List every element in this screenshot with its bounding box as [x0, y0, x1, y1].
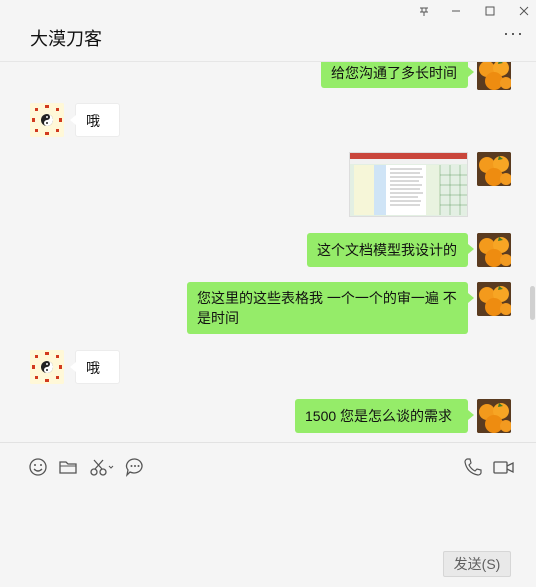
chat-title: 大漠刀客 [30, 29, 102, 49]
contact-message-bubble[interactable]: 哦 [70, 350, 120, 384]
folder-icon[interactable] [58, 457, 78, 477]
chat-header: 大漠刀客 ··· [0, 0, 536, 62]
my-message-bubble[interactable]: 这个文档模型我设计的 [307, 233, 474, 267]
my-avatar[interactable] [477, 62, 511, 90]
my-avatar[interactable] [477, 282, 511, 316]
pin-icon[interactable] [414, 4, 434, 22]
scrollbar-thumb[interactable] [530, 286, 535, 320]
emoji-icon[interactable] [28, 457, 48, 477]
message-text: 这个文档模型我设计的 [317, 242, 457, 258]
contact-avatar[interactable] [30, 350, 64, 384]
my-avatar[interactable] [477, 399, 511, 433]
message-text: 1500 您是怎么谈的需求 [305, 408, 453, 424]
phone-icon[interactable] [463, 457, 483, 477]
message-text: 给您沟通了多长时间 [331, 65, 457, 81]
message-text: 哦 [86, 360, 100, 376]
minimize-icon[interactable] [446, 4, 466, 22]
my-avatar[interactable] [477, 233, 511, 267]
maximize-icon[interactable] [480, 4, 500, 22]
spreadsheet-image-message[interactable] [349, 152, 468, 217]
message-text: 哦 [86, 113, 100, 129]
my-message-bubble[interactable]: 1500 您是怎么谈的需求 [295, 399, 474, 433]
contact-avatar[interactable] [30, 103, 64, 137]
my-message-bubble[interactable]: 您这里的这些表格我 一个一个的审一遍 不是时间 [187, 282, 474, 334]
my-avatar[interactable] [477, 152, 511, 186]
my-message-bubble[interactable]: 给您沟通了多长时间 [321, 62, 474, 88]
contact-message-bubble[interactable]: 哦 [70, 103, 120, 137]
more-options-icon[interactable]: ··· [503, 24, 524, 42]
send-button[interactable]: 发送(S) [443, 551, 511, 577]
close-icon[interactable] [514, 4, 534, 22]
scissors-icon[interactable] [89, 457, 115, 477]
chat-history-icon[interactable] [125, 457, 145, 477]
compose-input[interactable] [20, 480, 516, 542]
message-text: 您这里的这些表格我 一个一个的审一遍 不是时间 [197, 290, 457, 326]
message-list[interactable]: 给您沟通了多长时间 哦 这个文档模型我设计的 您这里的这些表格我 一个一个的审一… [0, 62, 536, 442]
video-icon[interactable] [493, 457, 515, 477]
